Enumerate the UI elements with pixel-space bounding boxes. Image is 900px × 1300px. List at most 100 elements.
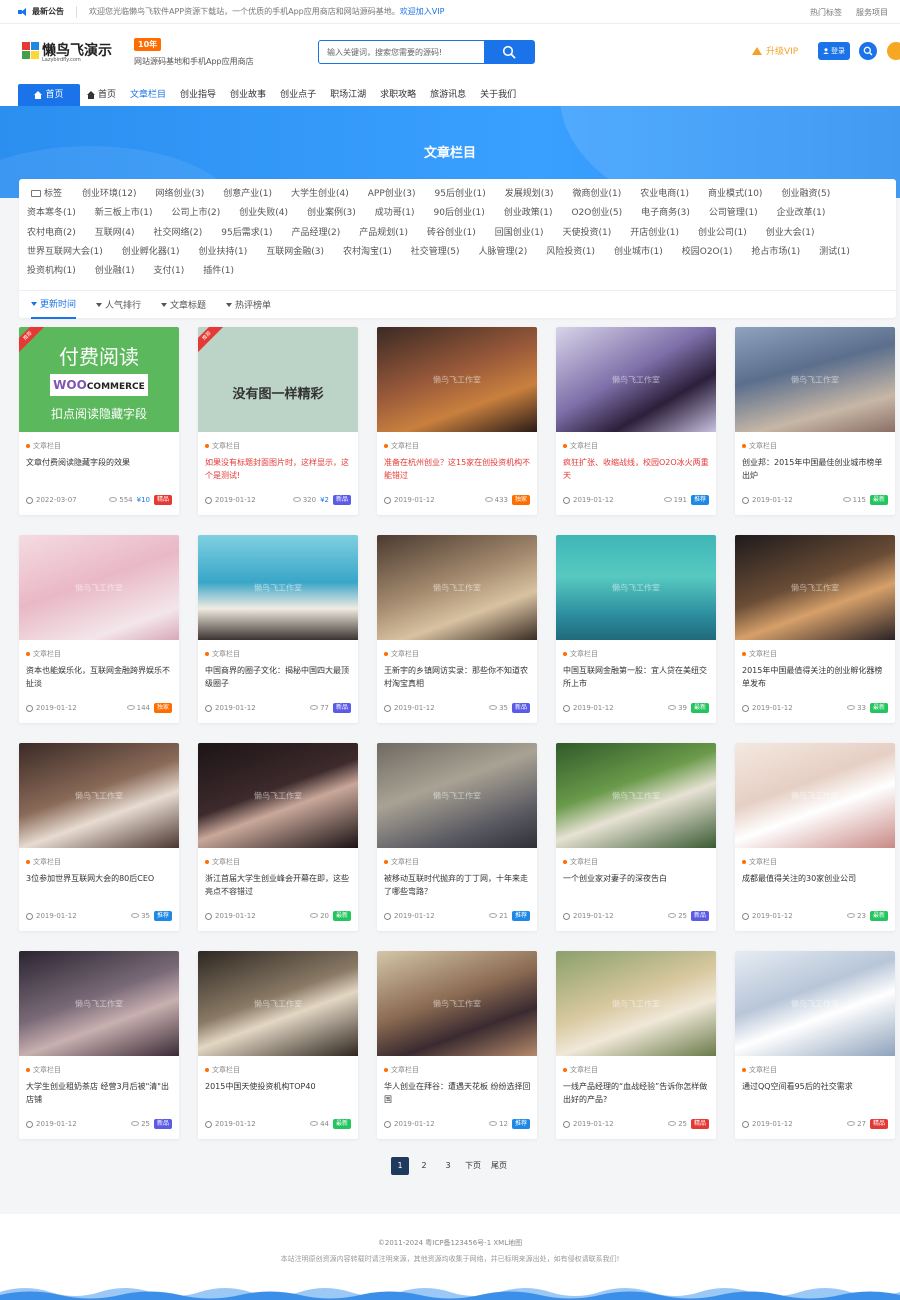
tag-link[interactable]: 天使投资(1): [562, 224, 611, 243]
nav-item[interactable]: 创业指导: [173, 84, 223, 106]
article-title[interactable]: 资本也能娱乐化，互联网金融跨界娱乐不扯淡: [26, 664, 174, 690]
join-vip-link[interactable]: 欢迎加入VIP: [400, 6, 445, 17]
article-title[interactable]: 疯狂扩张、收缩战线，校园O2O冰火两重天: [563, 456, 711, 482]
tag-link[interactable]: 创业融(1): [95, 262, 135, 281]
tag-link[interactable]: 创意产业(1): [223, 185, 272, 204]
article-title[interactable]: 通过QQ空间看95后的社交需求: [742, 1080, 890, 1106]
article-card[interactable]: 懒鸟飞工作室 文章栏目 准备在杭州创业？这15家在创投资机构不能错过 2019-01-…: [377, 327, 537, 515]
upgrade-vip-button[interactable]: 升级VIP: [752, 44, 798, 57]
article-thumbnail[interactable]: 懒鸟飞工作室: [377, 951, 537, 1056]
next-page-link[interactable]: 下页: [463, 1157, 483, 1175]
article-category[interactable]: 文章栏目: [205, 857, 240, 867]
article-thumbnail[interactable]: 懒鸟飞工作室: [556, 951, 716, 1056]
tag-link[interactable]: APP创业(3): [368, 185, 416, 204]
tag-link[interactable]: 互联网金融(3): [266, 243, 324, 262]
article-card[interactable]: 懒鸟飞工作室 文章栏目 王新宇的乡镇网访实录：那些你不知道农村淘宝真相 2019-01…: [377, 535, 537, 723]
article-title[interactable]: 成都最值得关注的30家创业公司: [742, 872, 890, 898]
tag-link[interactable]: 创业扶持(1): [199, 243, 248, 262]
article-thumbnail[interactable]: 懒鸟飞工作室: [198, 951, 358, 1056]
tag-link[interactable]: 校园O2O(1): [682, 243, 733, 262]
nav-item[interactable]: 首页: [80, 84, 123, 106]
article-thumbnail[interactable]: 懒鸟飞工作室: [735, 951, 895, 1056]
article-category[interactable]: 文章栏目: [742, 441, 777, 451]
article-title[interactable]: 一个创业家对妻子的深夜告白: [563, 872, 711, 898]
sort-option[interactable]: 人气排行: [96, 291, 141, 319]
article-thumbnail[interactable]: 懒鸟飞工作室: [556, 535, 716, 640]
tag-link[interactable]: 成功哥(1): [375, 204, 415, 223]
tag-link[interactable]: 世界互联网大会(1): [27, 243, 103, 262]
article-card[interactable]: 付费阅读 WOOCOMMERCE 扣点阅读隐藏字段 推荐 文章栏目 文章付费阅读隐藏字段的…: [19, 327, 179, 515]
article-thumbnail[interactable]: 懒鸟飞工作室: [19, 535, 179, 640]
article-thumbnail[interactable]: 懒鸟飞工作室: [556, 327, 716, 432]
article-card[interactable]: 懒鸟飞工作室 文章栏目 中国商界的圈子文化：揭秘中国四大最顶级圈子 2019-01-1…: [198, 535, 358, 723]
tag-link[interactable]: 产品经理(2): [291, 224, 340, 243]
article-thumbnail[interactable]: 懒鸟飞工作室: [198, 535, 358, 640]
article-thumbnail[interactable]: 懒鸟飞工作室: [556, 743, 716, 848]
tag-link[interactable]: 创业失败(4): [239, 204, 288, 223]
tag-link[interactable]: 商业模式(10): [708, 185, 762, 204]
article-thumbnail[interactable]: 懒鸟飞工作室: [19, 951, 179, 1056]
article-category[interactable]: 文章栏目: [563, 441, 598, 451]
tag-link[interactable]: 互联网(4): [95, 224, 135, 243]
article-card[interactable]: 懒鸟飞工作室 文章栏目 疯狂扩张、收缩战线，校园O2O冰火两重天 2019-01-12…: [556, 327, 716, 515]
article-category[interactable]: 文章栏目: [384, 1065, 419, 1075]
nav-item[interactable]: 文章栏目: [123, 84, 173, 106]
nav-item[interactable]: 关于我们: [473, 84, 523, 106]
article-category[interactable]: 文章栏目: [742, 1065, 777, 1075]
tag-link[interactable]: 创业孵化器(1): [122, 243, 180, 262]
tag-link[interactable]: 农村淘宝(1): [343, 243, 392, 262]
article-title[interactable]: 被移动互联时代抛弃的丁丁网，十年来走了哪些弯路？: [384, 872, 532, 898]
tag-link[interactable]: 资本寒冬(1): [27, 204, 76, 223]
header-search-button[interactable]: [859, 42, 877, 60]
article-category[interactable]: 文章栏目: [205, 649, 240, 659]
article-thumbnail[interactable]: 付费阅读 WOOCOMMERCE 扣点阅读隐藏字段 推荐: [19, 327, 179, 432]
article-card[interactable]: 懒鸟飞工作室 文章栏目 创业邦：2015年中国最佳创业城市榜单出炉 2019-01-1…: [735, 327, 895, 515]
tag-link[interactable]: 公司管理(1): [709, 204, 758, 223]
tag-link[interactable]: 开店创业(1): [630, 224, 679, 243]
article-category[interactable]: 文章栏目: [26, 1065, 61, 1075]
article-thumbnail[interactable]: 懒鸟飞工作室: [377, 327, 537, 432]
article-title[interactable]: 2015中国天使投资机构TOP40: [205, 1080, 353, 1106]
tag-link[interactable]: 创业城市(1): [614, 243, 663, 262]
tag-link[interactable]: 创业案例(3): [307, 204, 356, 223]
page-link[interactable]: 2: [415, 1157, 433, 1175]
nav-item[interactable]: 创业故事: [223, 84, 273, 106]
sort-option[interactable]: 文章标题: [161, 291, 206, 319]
services-link[interactable]: 服务项目: [856, 7, 888, 18]
article-category[interactable]: 文章栏目: [742, 857, 777, 867]
article-card[interactable]: 懒鸟飞工作室 文章栏目 中国互联网金融第一股：宜人贷在美纽交所上市 2019-01-1…: [556, 535, 716, 723]
tag-link[interactable]: 网络创业(3): [156, 185, 205, 204]
sort-option[interactable]: 热评榜单: [226, 291, 271, 319]
article-card[interactable]: 懒鸟飞工作室 文章栏目 一线产品经理的“血战经验”告诉你怎样做出好的产品? 2019-…: [556, 951, 716, 1139]
article-thumbnail[interactable]: 懒鸟飞工作室: [19, 743, 179, 848]
article-title[interactable]: 准备在杭州创业？这15家在创投资机构不能错过: [384, 456, 532, 482]
tag-link[interactable]: 支付(1): [154, 262, 185, 281]
article-card[interactable]: 懒鸟飞工作室 文章栏目 3位参加世界互联网大会的80后CEO 2019-01-12 35…: [19, 743, 179, 931]
article-title[interactable]: 3位参加世界互联网大会的80后CEO: [26, 872, 174, 898]
article-category[interactable]: 文章栏目: [205, 1065, 240, 1075]
sort-option[interactable]: 更新时间: [31, 291, 77, 319]
page-link[interactable]: 3: [439, 1157, 457, 1175]
article-thumbnail[interactable]: 懒鸟飞工作室: [735, 743, 895, 848]
nav-item[interactable]: 创业点子: [273, 84, 323, 106]
last-page-link[interactable]: 尾页: [489, 1157, 509, 1175]
article-title[interactable]: 中国商界的圈子文化：揭秘中国四大最顶级圈子: [205, 664, 353, 690]
article-title[interactable]: 文章付费阅读隐藏字段的效果: [26, 456, 174, 482]
article-category[interactable]: 文章栏目: [563, 857, 598, 867]
tag-link[interactable]: 电子商务(3): [641, 204, 690, 223]
article-thumbnail[interactable]: 懒鸟飞工作室: [198, 743, 358, 848]
tag-link[interactable]: 产品规划(1): [359, 224, 408, 243]
tag-link[interactable]: 发展规划(3): [505, 185, 554, 204]
tag-link[interactable]: 投资机构(1): [27, 262, 76, 281]
article-category[interactable]: 文章栏目: [205, 441, 240, 451]
tag-link[interactable]: 农业电商(1): [640, 185, 689, 204]
tag-link[interactable]: 社交管理(5): [411, 243, 460, 262]
tag-link[interactable]: 农村电商(2): [27, 224, 76, 243]
menu-icon[interactable]: [887, 42, 900, 60]
tag-link[interactable]: O2O创业(5): [571, 204, 622, 223]
tag-link[interactable]: 公司上市(2): [172, 204, 221, 223]
tag-link[interactable]: 企业改革(1): [777, 204, 826, 223]
tag-link[interactable]: 抢占市场(1): [751, 243, 800, 262]
nav-item[interactable]: 职场江湖: [323, 84, 373, 106]
nav-item[interactable]: 旅游讯息: [423, 84, 473, 106]
